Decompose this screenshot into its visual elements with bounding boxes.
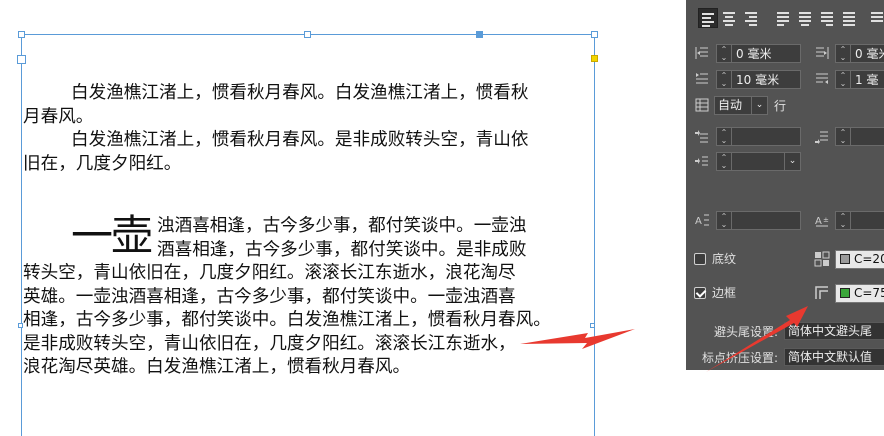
arrow-to-border-icon — [706, 306, 808, 372]
arrow-to-frame-border — [520, 329, 635, 349]
annotation-arrows — [520, 306, 808, 372]
